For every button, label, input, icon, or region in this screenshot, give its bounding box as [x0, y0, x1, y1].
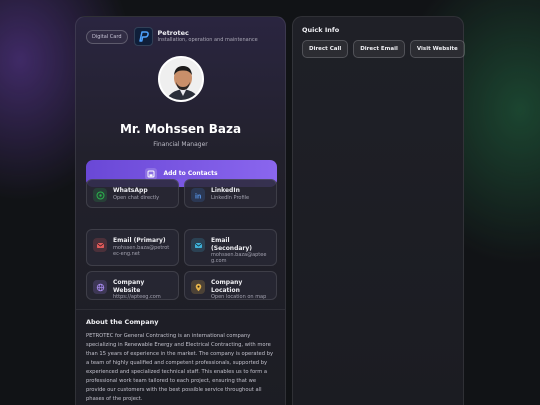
linkedin-icon: in: [191, 188, 205, 202]
contact-name: Mr. Mohssen Baza: [119, 122, 242, 136]
location-pin-icon: [191, 280, 205, 294]
tile-subtitle: LinkedIn Profile: [211, 194, 250, 201]
add-to-contacts-label: Add to Contacts: [163, 170, 218, 177]
tile-title: Company Website: [113, 279, 145, 294]
tile-title: LinkedIn: [211, 187, 240, 194]
business-card: Digital Card Petrotec Installation, oper…: [75, 16, 286, 405]
whatsapp-icon: [93, 188, 107, 202]
brand-tagline: Installation, operation and maintenance: [157, 37, 258, 44]
direct-call-button[interactable]: Direct Call: [302, 40, 349, 58]
direct-email-button[interactable]: Direct Email: [353, 40, 405, 58]
linkedin-tile[interactable]: in LinkedIn LinkedIn Profile: [184, 179, 277, 208]
tile-subtitle: Open chat directly: [113, 194, 160, 201]
about-section: About the Company PETROTEC for General C…: [76, 309, 285, 404]
mail-icon: [93, 238, 107, 252]
company-location-tile[interactable]: Company Location Open location on map: [184, 271, 277, 300]
company-logo: [133, 27, 153, 46]
visit-website-button[interactable]: Visit Website: [409, 40, 465, 58]
email-primary-tile[interactable]: Email (Primary) mohssen.baza@petrotec-eng…: [86, 229, 179, 266]
brand-name: Petrotec: [157, 29, 189, 38]
globe-icon: [93, 280, 107, 294]
tile-title: Email (Secondary): [211, 237, 253, 252]
tile-title: Company Location: [211, 279, 243, 294]
brand-block: Petrotec Installation, operation and mai…: [158, 29, 258, 43]
tile-subtitle: mohssen.baza@petrotec-eng.net: [113, 244, 170, 257]
contact-role: Financial Manager: [153, 141, 208, 148]
tile-title: Email (Primary): [113, 237, 166, 244]
whatsapp-tile[interactable]: WhatsApp Open chat directly: [86, 179, 179, 208]
quick-info-panel: Quick Info Direct Call Direct Email Visi…: [292, 16, 465, 405]
email-secondary-tile[interactable]: Email (Secondary) mohssen.baza@apteeg.com: [184, 229, 277, 266]
card-header: Digital Card Petrotec Installation, oper…: [86, 27, 258, 46]
tile-subtitle: Open location on map: [211, 294, 267, 300]
svg-text:in: in: [195, 193, 201, 200]
quick-info-title: Quick Info: [302, 26, 340, 34]
tile-subtitle: mohssen.baza@apteeg.com: [211, 252, 267, 265]
tile-subtitle: https://apteeg.com: [113, 294, 161, 300]
profile-photo: [158, 56, 204, 102]
tile-title: WhatsApp: [113, 187, 148, 194]
save-contact-icon: [145, 167, 158, 180]
quick-info-actions: Direct Call Direct Email Visit Website: [302, 40, 465, 58]
about-text: PETROTEC for General Contracting is an i…: [86, 333, 274, 402]
mail-icon: [191, 238, 205, 252]
about-title: About the Company: [86, 318, 159, 326]
digital-card-badge: Digital Card: [86, 29, 128, 44]
company-website-tile[interactable]: Company Website https://apteeg.com: [86, 271, 179, 300]
